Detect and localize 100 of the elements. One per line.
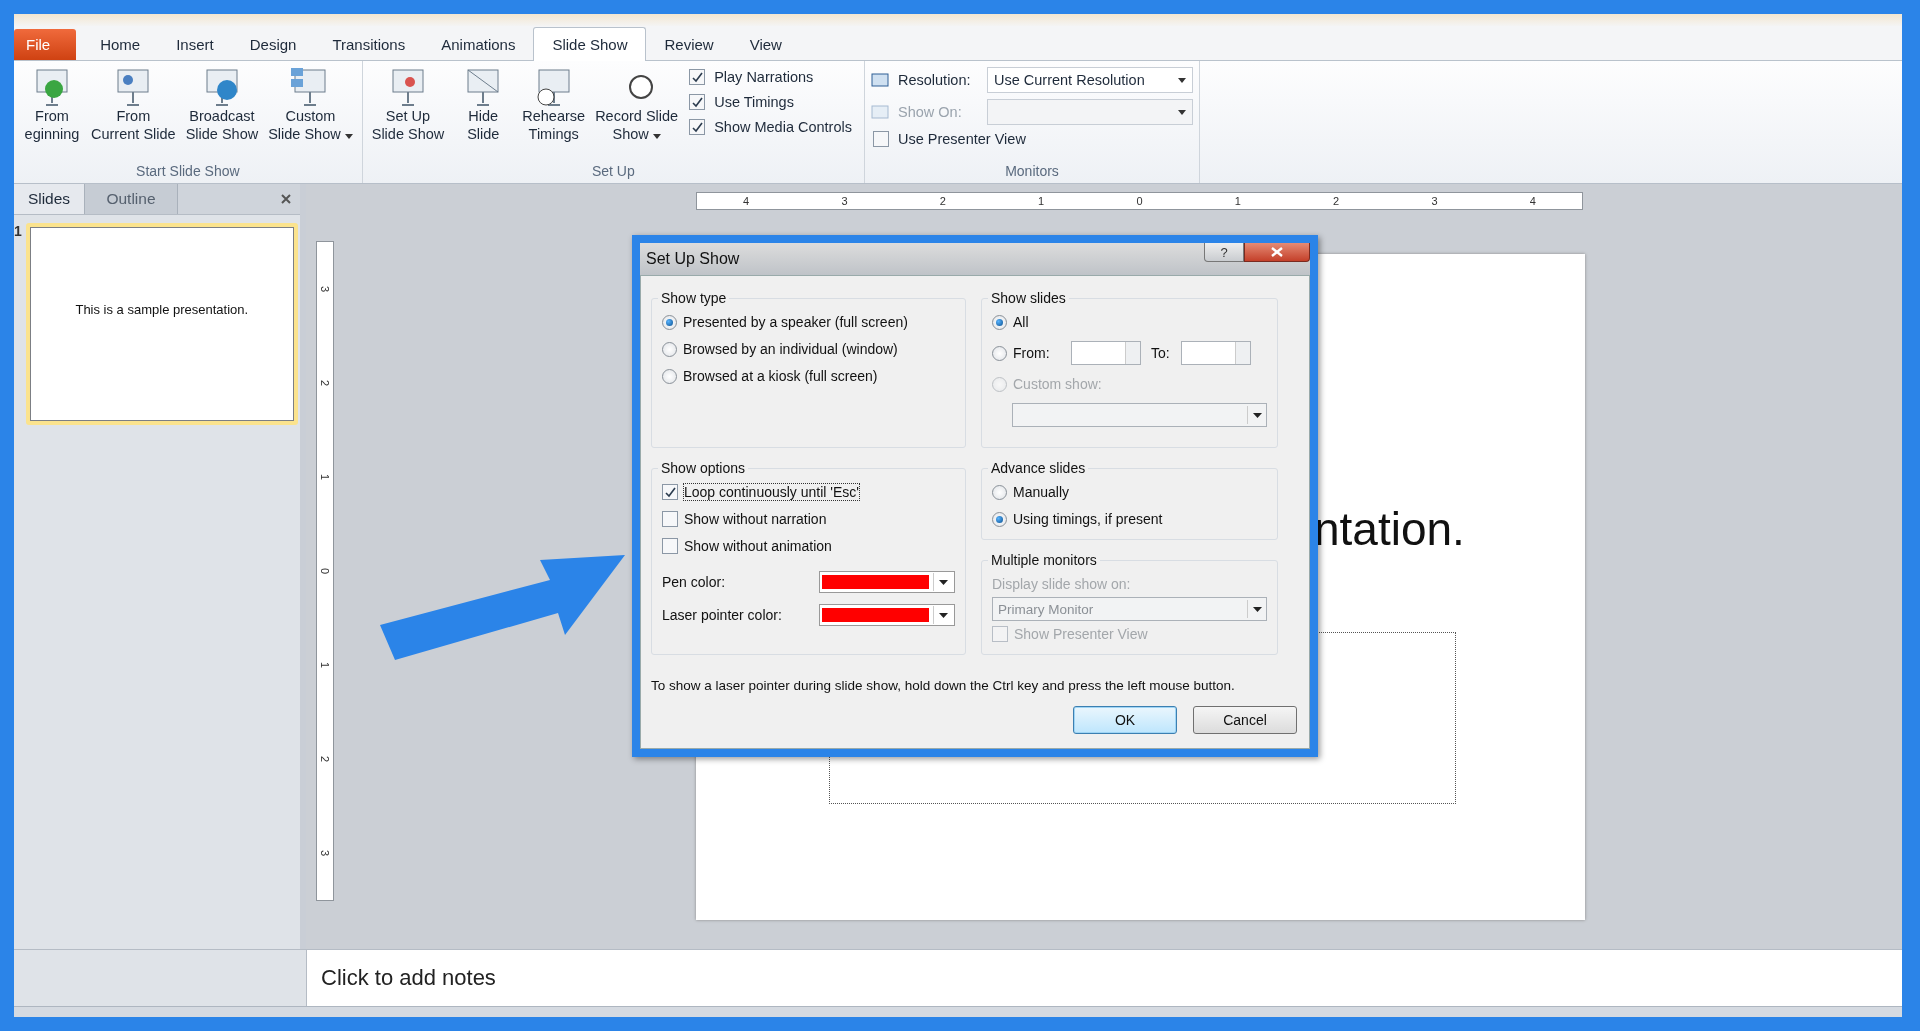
radio-button[interactable] bbox=[992, 345, 1007, 361]
ribbon-button[interactable]: From eginning bbox=[20, 67, 84, 143]
group-label: Monitors bbox=[1004, 163, 1060, 181]
checkbox-label: Use Presenter View bbox=[898, 131, 1026, 147]
checkbox-label: Show without animation bbox=[684, 538, 832, 554]
dropdown[interactable]: Use Current Resolution bbox=[987, 67, 1193, 93]
radio-label: Browsed at a kiosk (full screen) bbox=[683, 368, 878, 384]
checkbox[interactable] bbox=[873, 131, 889, 147]
caret-icon bbox=[1178, 109, 1186, 115]
radio-button[interactable] bbox=[992, 314, 1007, 330]
ruler-number: 2 bbox=[319, 379, 331, 387]
ruler-number: 2 bbox=[939, 195, 946, 207]
ruler-number: 1 bbox=[1234, 195, 1241, 207]
checkbox[interactable] bbox=[689, 119, 706, 135]
ruler-number: 1 bbox=[1038, 195, 1045, 207]
monitor-icon bbox=[871, 72, 889, 88]
dropdown-arrow-icon bbox=[1252, 606, 1262, 612]
radio-label: From: bbox=[1013, 345, 1051, 361]
ruler-number: 0 bbox=[319, 567, 331, 575]
color-picker[interactable] bbox=[819, 604, 955, 626]
dropdown-arrow-icon bbox=[938, 612, 948, 618]
spin-field[interactable] bbox=[1071, 341, 1141, 365]
checkmark-icon bbox=[664, 486, 676, 498]
pane-tab[interactable]: Slides bbox=[14, 184, 85, 214]
ribbon-tab[interactable]: Design bbox=[231, 29, 315, 60]
hint-text: To show a laser pointer during slide show, hold down the Ctrl key and press the left mouse button. bbox=[651, 677, 1236, 694]
radio-button[interactable] bbox=[992, 511, 1007, 527]
checkbox-label: Play Narrations bbox=[714, 69, 814, 85]
radio-button[interactable] bbox=[662, 341, 677, 357]
radio-label: All bbox=[1013, 314, 1029, 330]
field-label: Pen color: bbox=[662, 574, 726, 590]
group-title: Multiple monitors bbox=[990, 552, 1098, 568]
group-label: Set Up bbox=[590, 163, 636, 181]
checkbox[interactable] bbox=[662, 484, 678, 500]
checkbox-label: Show Media Controls bbox=[714, 119, 852, 135]
ruler-number: 2 bbox=[319, 755, 331, 763]
checkmark-icon bbox=[691, 71, 703, 83]
group-title: Show slides bbox=[990, 290, 1067, 306]
checkbox-label: Use Timings bbox=[714, 94, 794, 110]
ribbon-button[interactable]: Hide Slide bbox=[451, 67, 516, 143]
slide-thumbnail[interactable]: This is a sample presentation. bbox=[25, 223, 298, 425]
file-tab[interactable]: File bbox=[14, 29, 77, 60]
checkbox[interactable] bbox=[662, 538, 678, 554]
group-title: Show type bbox=[660, 290, 728, 306]
field-label: Show On: bbox=[898, 104, 963, 120]
checkbox[interactable] bbox=[689, 94, 706, 110]
radio-label: Presented by a speaker (full screen) bbox=[683, 314, 908, 330]
radio-label: Manually bbox=[1013, 484, 1070, 500]
field-label: Display slide show on: bbox=[992, 576, 1132, 592]
dropdown-arrow-icon bbox=[938, 579, 948, 585]
ruler-number: 4 bbox=[1529, 195, 1536, 207]
notes-field[interactable]: Click to add notes bbox=[306, 950, 1902, 1006]
dialog-title: Set Up Show bbox=[646, 250, 740, 268]
radio-label: Browsed by an individual (window) bbox=[683, 341, 898, 357]
radio-label: Custom show: bbox=[1013, 376, 1102, 392]
thumbnail-text: This is a sample presentation. bbox=[75, 301, 249, 317]
ribbon-button[interactable]: Custom Slide Show bbox=[265, 67, 356, 143]
dropdown-arrow-icon bbox=[1252, 412, 1262, 418]
ribbon-tab[interactable]: Insert bbox=[158, 29, 232, 60]
checkbox[interactable] bbox=[662, 511, 678, 527]
ribbon-tab[interactable]: Transitions bbox=[314, 29, 424, 60]
spin-arrows-icon bbox=[1235, 342, 1250, 364]
checkbox-label: Show Presenter View bbox=[1014, 626, 1148, 642]
radio-button[interactable] bbox=[662, 368, 677, 384]
spin-field[interactable] bbox=[1181, 341, 1251, 365]
close-icon[interactable] bbox=[280, 193, 292, 205]
radio-button[interactable] bbox=[992, 484, 1007, 500]
pane-tab[interactable]: Outline bbox=[85, 184, 178, 214]
ribbon-button[interactable]: Record Slide Show bbox=[592, 67, 682, 143]
ruler-number: 3 bbox=[319, 849, 331, 857]
radio-button[interactable] bbox=[662, 314, 677, 330]
checkbox-label: Show without narration bbox=[684, 511, 827, 527]
ruler-number: 1 bbox=[319, 473, 331, 481]
radio-label: Using timings, if present bbox=[1013, 511, 1163, 527]
caret-icon bbox=[1178, 77, 1186, 83]
dropdown[interactable] bbox=[987, 99, 1193, 125]
help-button[interactable]: ? bbox=[1204, 243, 1244, 262]
cancel-button[interactable]: Cancel bbox=[1193, 706, 1297, 734]
ribbon-button[interactable]: Broadcast Slide Show bbox=[182, 67, 262, 143]
close-button[interactable] bbox=[1244, 243, 1310, 262]
ribbon-tab[interactable]: Home bbox=[82, 29, 159, 60]
ribbon-tab[interactable]: Slide Show bbox=[533, 27, 647, 61]
ribbon-tab[interactable]: Review bbox=[646, 29, 732, 60]
dropdown[interactable] bbox=[1012, 403, 1267, 427]
ruler-number: 0 bbox=[1136, 195, 1143, 207]
checkbox[interactable] bbox=[689, 69, 706, 85]
ribbon-button[interactable]: Rehearse Timings bbox=[519, 67, 589, 143]
checkmark-icon bbox=[691, 121, 703, 133]
color-picker[interactable] bbox=[819, 571, 955, 593]
group-title: Show options bbox=[660, 460, 747, 476]
field-label: To: bbox=[1151, 345, 1171, 361]
ribbon-button[interactable]: From Current Slide bbox=[88, 67, 179, 143]
ribbon-tab[interactable]: View bbox=[731, 29, 800, 60]
group-label: Start Slide Show bbox=[135, 163, 241, 181]
group-title: Advance slides bbox=[990, 460, 1087, 476]
field-label: Laser pointer color: bbox=[662, 607, 782, 623]
ribbon-button[interactable]: Set Up Slide Show bbox=[368, 67, 448, 143]
ok-button[interactable]: OK bbox=[1073, 706, 1177, 734]
ribbon-tab[interactable]: Animations bbox=[423, 29, 534, 60]
ruler-number: 3 bbox=[319, 285, 331, 293]
